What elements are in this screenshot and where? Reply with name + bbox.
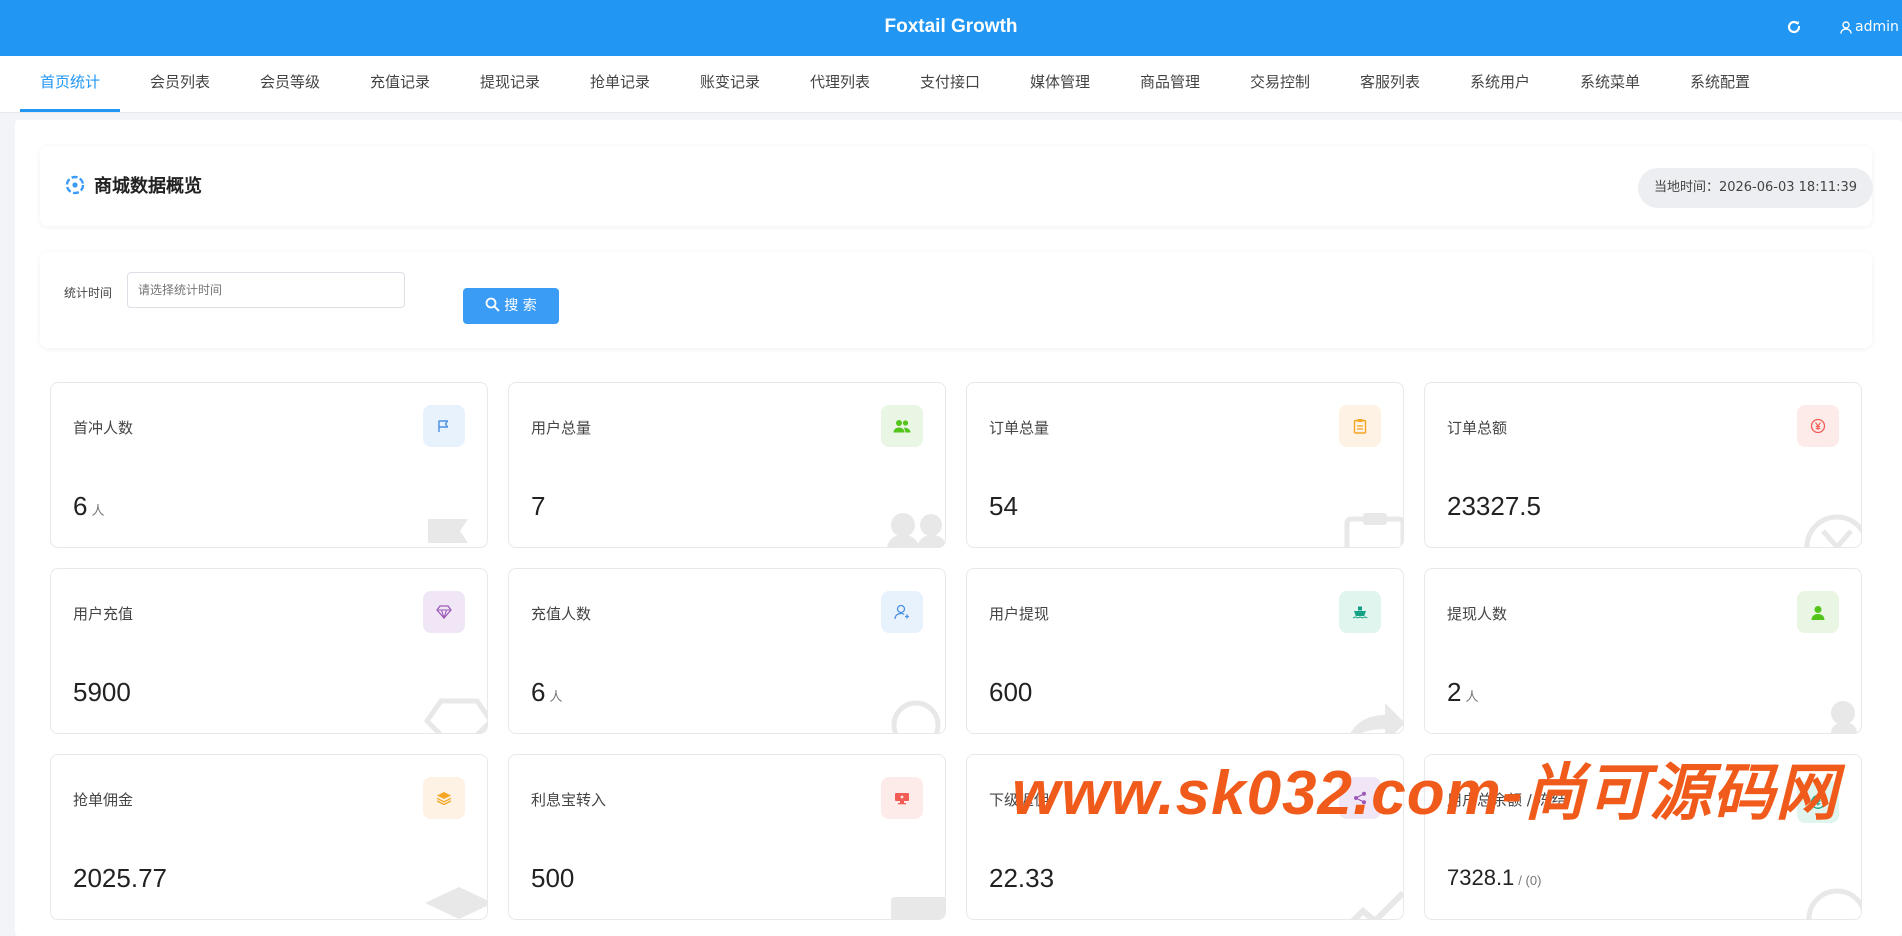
stat-value: 2人 [1447,677,1479,707]
flag-icon [423,405,465,447]
stat-value: 6人 [73,491,105,521]
stat-card-total-orders: 订单总量 54 [966,382,1404,548]
layers-watermark-icon [425,887,487,919]
stat-card-recharge-users: 充值人数 6人 [508,568,946,734]
display-watermark-icon [891,897,945,919]
nav-item-system-config[interactable]: 系统配置 [1670,56,1770,112]
nav-item-home-stats[interactable]: 首页统计 [20,56,120,112]
search-button[interactable]: 搜 索 [463,288,559,324]
coin-watermark-icon [1806,888,1861,919]
yen-watermark-icon [1804,514,1861,547]
stat-value: 6人 [531,677,563,707]
layers-icon [423,777,465,819]
stat-value: 500 [531,863,575,893]
nav-item-withdraw[interactable]: 提现记录 [460,56,560,112]
nav-item-member-levels[interactable]: 会员等级 [240,56,340,112]
stat-card-user-recharge: 用户充值 5900 [50,568,488,734]
users-icon [881,405,923,447]
flag-watermark-icon [428,519,468,547]
user-icon [1797,591,1839,633]
chart-watermark-icon [1350,890,1403,919]
search-icon [485,297,504,314]
stat-value: 22.33 [989,863,1055,893]
nav-item-payment[interactable]: 支付接口 [900,56,1000,112]
diamond-icon [423,591,465,633]
stat-value: 600 [989,677,1033,707]
user-menu[interactable]: admin [1840,16,1899,38]
nav-item-orders[interactable]: 抢单记录 [570,56,670,112]
nav-item-trade-control[interactable]: 交易控制 [1230,56,1330,112]
stat-label: 抢单佣金 [73,791,134,809]
nav-item-media[interactable]: 媒体管理 [1010,56,1110,112]
user-icon [1840,19,1855,35]
local-time-label: 当地时间： [1653,180,1719,195]
overview-card: 商城数据概览 当地时间：2026-06-03 18:11:39 [40,146,1873,226]
clipboard-watermark-icon [1344,513,1403,547]
stat-value: 54 [989,491,1018,521]
stat-card-withdraw-users: 提现人数 2人 [1424,568,1862,734]
filter-card: 统计时间 搜 索 [40,252,1872,348]
local-time-badge: 当地时间：2026-06-03 18:11:39 [1638,168,1873,208]
share-watermark-icon [1350,703,1403,733]
user-watermark-icon [891,700,941,733]
stat-label: 利息宝转入 [531,791,607,809]
page-title: 商城数据概览 [94,176,202,197]
stat-unit: / (0) [1518,873,1542,888]
stat-card-interest-in: 利息宝转入 500 [508,754,946,920]
stat-label: 订单总额 [1447,419,1508,437]
user-name: admin [1855,19,1899,35]
nav-item-system-menu[interactable]: 系统菜单 [1560,56,1660,112]
user-outline-icon [881,591,923,633]
stat-label: 用户总量 [531,419,592,437]
stat-label: 订单总量 [989,419,1050,437]
diamond-watermark-icon [423,698,487,733]
dashboard-icon [64,174,86,196]
stat-label: 用户充值 [73,605,134,623]
stat-time-input[interactable] [127,272,405,308]
stat-value: 7328.1/ (0) [1447,865,1542,890]
stat-label: 首冲人数 [73,419,134,437]
stat-label: 提现人数 [1447,605,1508,623]
nav-item-account-changes[interactable]: 账变记录 [680,56,780,112]
stat-card-first-recharge: 首冲人数 6人 [50,382,488,548]
nav-item-recharge[interactable]: 充值记录 [350,56,450,112]
main-nav: 首页统计 会员列表 会员等级 充值记录 提现记录 抢单记录 账变记录 代理列表 … [0,56,1902,113]
stat-unit: 人 [91,503,105,518]
stat-time-label: 统计时间 [64,286,113,300]
local-time-value: 2026-06-03 18:11:39 [1718,180,1858,195]
refresh-icon[interactable] [1786,17,1806,37]
nav-item-members[interactable]: 会员列表 [130,56,230,112]
person-watermark-icon [1831,701,1857,733]
nav-item-agents[interactable]: 代理列表 [790,56,890,112]
stat-value: 7 [531,491,546,521]
nav-item-system-users[interactable]: 系统用户 [1450,56,1550,112]
site-watermark: www.sk032.com-尚可源码网 [1012,759,1839,828]
nav-item-products[interactable]: 商品管理 [1120,56,1220,112]
yen-icon [1797,405,1839,447]
stat-card-total-users: 用户总量 7 [508,382,946,548]
ship-icon [1339,591,1381,633]
display-icon [881,777,923,819]
stat-label: 充值人数 [531,605,592,623]
search-button-label: 搜 索 [504,298,537,314]
nav-item-support[interactable]: 客服列表 [1340,56,1440,112]
app-title: Foxtail Growth [884,16,1018,37]
stat-value: 23327.5 [1447,491,1541,521]
stat-unit: 人 [549,689,563,704]
users-watermark-icon [887,513,945,547]
stat-value: 2025.77 [73,863,167,893]
stat-card-order-amount: 订单总额 23327.5 [1424,382,1862,548]
clipboard-icon [1339,405,1381,447]
stat-card-order-commission: 抢单佣金 2025.77 [50,754,488,920]
stat-card-user-withdraw: 用户提现 600 [966,568,1404,734]
top-header: Foxtail Growth admin [0,0,1902,56]
stat-unit: 人 [1465,689,1479,704]
stat-value: 5900 [73,677,131,707]
stat-label: 用户提现 [989,605,1050,623]
